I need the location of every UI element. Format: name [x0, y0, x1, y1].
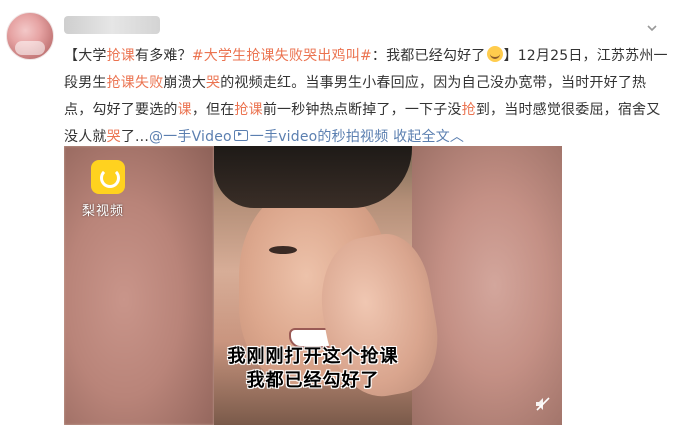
highlighted-keyword: 抢课	[234, 102, 263, 118]
video-watermark: 梨视频	[82, 204, 125, 219]
mute-icon[interactable]	[534, 395, 552, 413]
highlighted-keyword: 哭	[106, 129, 121, 145]
video-blur-right	[412, 146, 562, 425]
video-player[interactable]: 梨视频 我刚刚打开这个抢课 我都已经勾好了	[64, 146, 562, 425]
video-subtitle-line2: 我都已经勾好了	[246, 370, 380, 391]
post-link[interactable]: 一手video的秒拍视频	[250, 129, 389, 145]
post-text-segment: 【大学	[64, 48, 107, 64]
post-link[interactable]: @一手Video	[149, 129, 232, 145]
video-subtitle-line1: 我刚刚打开这个抢课	[227, 346, 399, 367]
post-text-segment: 了...	[120, 129, 149, 145]
video-blur-left	[64, 146, 214, 425]
username-blurred[interactable]	[64, 16, 160, 34]
video-eye	[269, 246, 297, 254]
highlighted-keyword: 抢课失败	[106, 75, 164, 91]
chevron-down-icon[interactable]	[646, 22, 658, 34]
post-link[interactable]: 收起全文	[393, 129, 450, 145]
highlighted-keyword: 哭	[206, 75, 221, 91]
post-link[interactable]: ︿	[450, 129, 464, 145]
post-text: 【大学抢课有多难？#大学生抢课失败哭出鸡叫#：我都已经勾好了 】12月25日，江苏…	[64, 43, 668, 151]
video-hair	[214, 146, 412, 208]
post-text-segment: 崩溃大	[163, 75, 207, 91]
post-text-segment: 有多难？	[135, 48, 192, 64]
crying-emoji-icon	[486, 46, 503, 62]
hashtag-link[interactable]: #大学生抢课失败哭出鸡叫#	[192, 48, 372, 64]
post-text-segment: ：我都已经勾好了	[371, 48, 486, 64]
highlighted-keyword: 课	[177, 102, 192, 118]
post-text-segment: 前一秒钟热点断掉了，一下子没	[262, 102, 462, 118]
avatar[interactable]	[6, 12, 54, 60]
video-link-icon	[233, 130, 248, 141]
post-text-segment: ，但在	[191, 102, 235, 118]
pear-video-logo-icon	[91, 160, 125, 194]
highlighted-keyword: 抢	[461, 102, 476, 118]
highlighted-keyword: 抢课	[106, 48, 136, 64]
